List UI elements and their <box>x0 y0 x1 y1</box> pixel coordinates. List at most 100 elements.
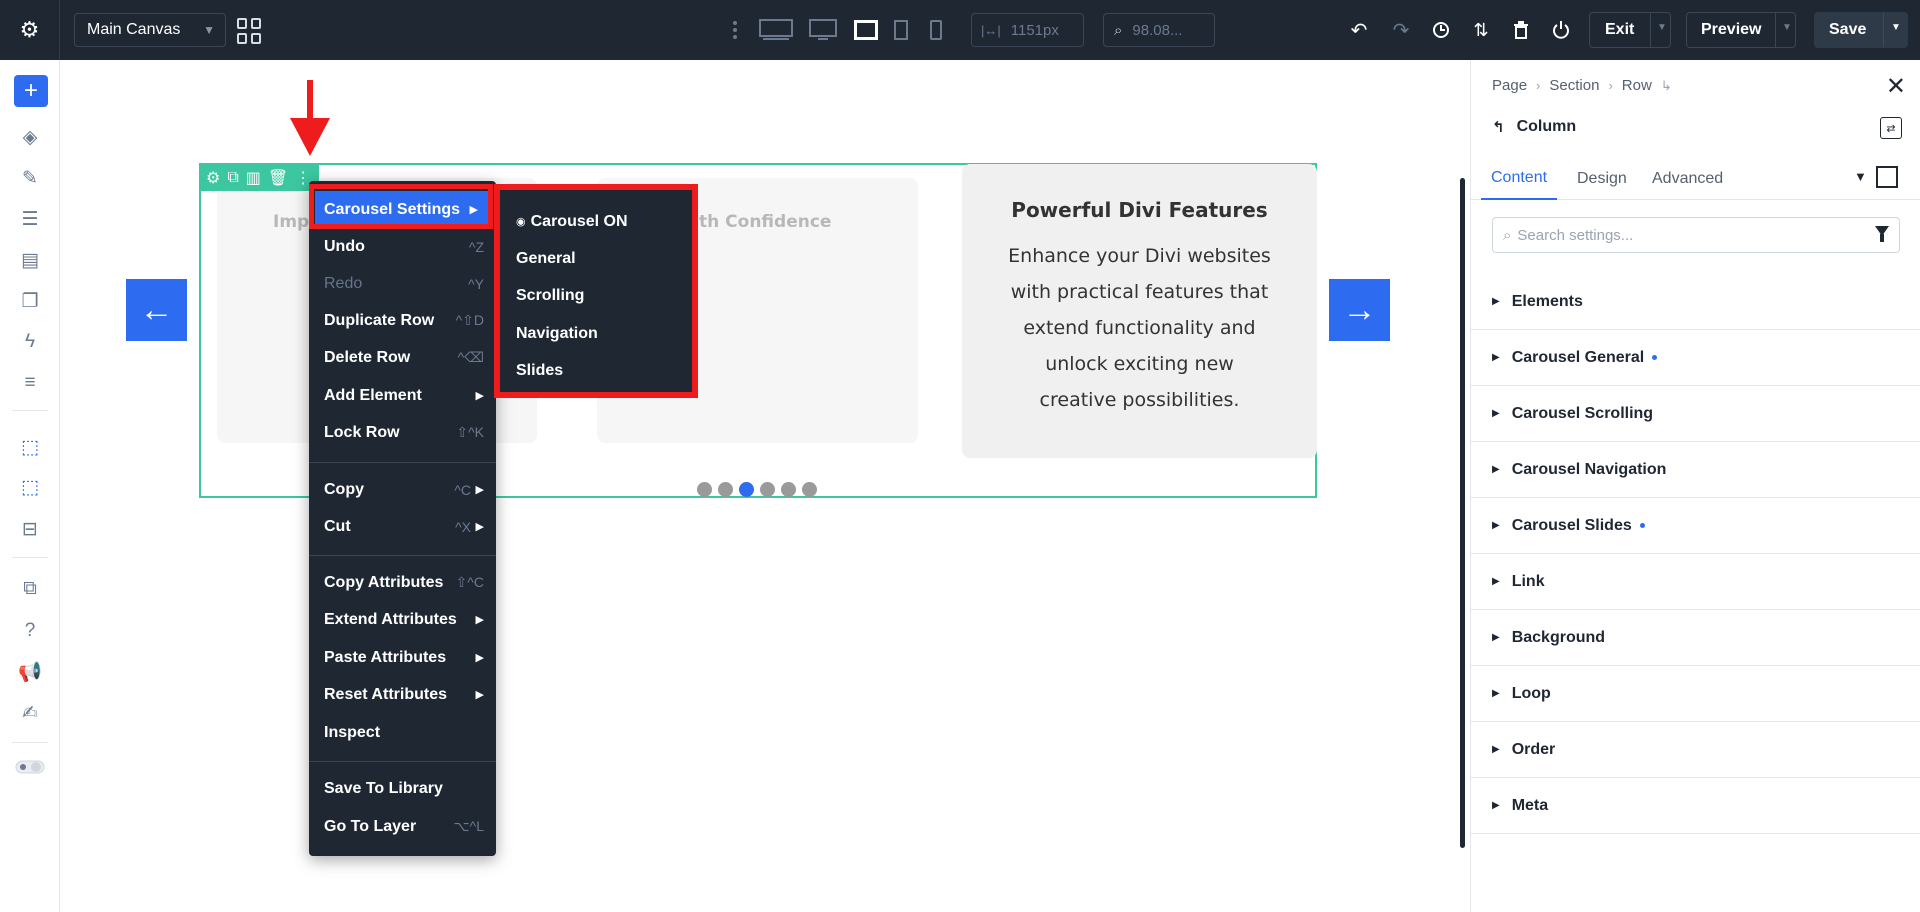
menu-item-copy-attributes[interactable]: Copy Attributes ⇧^C <box>309 564 496 601</box>
global-presets-icon[interactable]: ✎ <box>15 163 45 193</box>
tab-advanced[interactable]: Advanced <box>1652 158 1723 200</box>
carousel-dot[interactable] <box>760 482 775 497</box>
breadcrumb-page[interactable]: Page <box>1492 77 1527 94</box>
options-icon[interactable]: ⇄ <box>1880 117 1902 139</box>
back-arrow-icon[interactable]: ↰ <box>1492 118 1505 136</box>
submenu-item-slides[interactable]: Slides <box>500 352 692 389</box>
group-meta[interactable]: ▶ Meta <box>1471 778 1920 834</box>
exit-dropdown-icon[interactable]: ▼ <box>1657 22 1667 33</box>
laptop-icon-active[interactable] <box>853 12 879 48</box>
menu-item-add-element[interactable]: Add Element ▶ <box>309 377 496 414</box>
menu-item-lock-row[interactable]: Lock Row ⇧^K <box>309 414 496 451</box>
menu-item-save-to-library[interactable]: Save To Library <box>309 770 496 807</box>
carousel-dot[interactable] <box>781 482 796 497</box>
group-background[interactable]: ▶ Background <box>1471 610 1920 666</box>
group-order[interactable]: ▶ Order <box>1471 722 1920 778</box>
row-columns-icon[interactable]: ▥ <box>246 168 261 188</box>
row-settings-gear-icon[interactable]: ⚙ <box>206 168 220 188</box>
menu-item-cut[interactable]: Cut ^X ▶ <box>309 508 496 545</box>
submenu-item-navigation[interactable]: Navigation <box>500 315 692 352</box>
lightning-icon[interactable]: ϟ <box>15 327 45 357</box>
caret-down-icon[interactable]: ▼ <box>1854 169 1867 184</box>
select-element-icon[interactable]: ⬚ <box>15 432 45 462</box>
undo-icon[interactable]: ↶ <box>1348 12 1370 48</box>
menu-item-paste-attributes[interactable]: Paste Attributes ▶ <box>309 639 496 676</box>
canvas-scrollbar[interactable] <box>1460 178 1465 848</box>
grid-icon[interactable] <box>237 18 263 44</box>
group-label: Link <box>1511 572 1545 590</box>
group-elements[interactable]: ▶ Elements <box>1471 274 1920 330</box>
history-icon[interactable] <box>1430 12 1452 48</box>
carousel-dot-active[interactable] <box>739 482 754 497</box>
toggle-view-icon[interactable] <box>1876 166 1898 188</box>
menu-item-redo[interactable]: Redo ^Y <box>309 265 496 302</box>
desktop-wide-icon[interactable] <box>758 12 794 48</box>
trash-icon[interactable] <box>1510 12 1532 48</box>
tab-design[interactable]: Design <box>1577 158 1627 200</box>
announcement-icon[interactable]: 📢 <box>15 657 45 687</box>
carousel-dot[interactable] <box>802 482 817 497</box>
page-settings-icon[interactable]: ▤ <box>15 245 45 275</box>
pages-icon[interactable]: ❐ <box>15 286 45 316</box>
group-link[interactable]: ▶ Link <box>1471 554 1920 610</box>
carousel-dot[interactable] <box>697 482 712 497</box>
menu-item-delete-row[interactable]: Delete Row ^⌫ <box>309 339 496 376</box>
group-carousel-scrolling[interactable]: ▶ Carousel Scrolling <box>1471 386 1920 442</box>
filter-icon[interactable] <box>1875 226 1889 242</box>
multi-select-icon[interactable]: ⬚ <box>15 472 45 502</box>
search-settings-field[interactable]: ⌕ Search settings... <box>1492 217 1900 253</box>
settings-gear-icon[interactable]: ⚙ <box>0 0 60 60</box>
menu-item-undo[interactable]: Undo ^Z <box>309 228 496 265</box>
submenu-item-carousel-on[interactable]: ◉ Carousel ON <box>500 203 692 240</box>
add-element-button[interactable]: + <box>14 75 48 107</box>
edit-note-icon[interactable]: ✍ <box>15 698 45 728</box>
save-button[interactable]: Save ▼ <box>1814 12 1908 48</box>
redo-icon[interactable]: ↷ <box>1390 12 1412 48</box>
menu-item-duplicate-row[interactable]: Duplicate Row ^⇧D <box>309 302 496 339</box>
menu-item-reset-attributes[interactable]: Reset Attributes ▶ <box>309 676 496 713</box>
theme-toggle-icon[interactable] <box>15 752 45 782</box>
row-duplicate-icon[interactable]: ⧉ <box>227 169 238 187</box>
breadcrumb-section[interactable]: Section <box>1549 77 1599 94</box>
carousel-next-arrow-icon[interactable]: → <box>1329 279 1390 341</box>
layout-view-icon[interactable]: ⊟ <box>15 514 45 544</box>
submenu-item-scrolling[interactable]: Scrolling <box>500 277 692 314</box>
power-icon[interactable] <box>1550 12 1572 48</box>
group-carousel-slides[interactable]: ▶ Carousel Slides <box>1471 498 1920 554</box>
group-carousel-general[interactable]: ▶ Carousel General <box>1471 330 1920 386</box>
submenu-item-general[interactable]: General <box>500 240 692 277</box>
menu-item-extend-attributes[interactable]: Extend Attributes ▶ <box>309 601 496 638</box>
carousel-dot[interactable] <box>718 482 733 497</box>
exit-button[interactable]: Exit ▼ <box>1589 12 1671 48</box>
preview-button[interactable]: Preview ▼ <box>1686 12 1796 48</box>
row-trash-icon[interactable]: 🗑 <box>268 168 288 188</box>
group-loop[interactable]: ▶ Loop <box>1471 666 1920 722</box>
carousel-prev-arrow-icon[interactable]: ← <box>126 279 187 341</box>
sort-icon[interactable]: ⇅ <box>1470 12 1492 48</box>
canvas-select-label: Main Canvas <box>87 21 181 38</box>
breadcrumb-row[interactable]: Row <box>1622 77 1652 94</box>
canvas-select[interactable]: Main Canvas ▼ <box>74 13 226 47</box>
menu-item-copy[interactable]: Copy ^C ▶ <box>309 471 496 508</box>
annotation-arrow-head <box>290 118 330 156</box>
menu-item-go-to-layer[interactable]: Go To Layer ⌥^L <box>309 808 496 845</box>
phone-icon[interactable] <box>929 12 943 48</box>
preview-dropdown-icon[interactable]: ▼ <box>1782 22 1792 33</box>
layers-icon[interactable]: ◈ <box>15 122 45 152</box>
tablet-icon[interactable] <box>893 12 909 48</box>
tab-content[interactable]: Content <box>1481 158 1558 200</box>
database-icon[interactable]: ☰ <box>15 204 45 234</box>
desktop-icon[interactable] <box>808 12 838 48</box>
library-icon[interactable]: ⧉ <box>15 574 45 604</box>
list-icon[interactable]: ≡ <box>15 368 45 398</box>
tab-label: Design <box>1577 170 1627 187</box>
canvas-width-field[interactable]: |↔| 1151px <box>971 13 1084 47</box>
more-vertical-icon[interactable] <box>728 12 742 48</box>
help-icon[interactable]: ? <box>15 616 45 646</box>
zoom-field[interactable]: ⌕ 98.08... <box>1103 13 1215 47</box>
close-icon[interactable]: ✕ <box>1886 72 1906 101</box>
group-carousel-navigation[interactable]: ▶ Carousel Navigation <box>1471 442 1920 498</box>
expand-triangle-icon: ▶ <box>1492 800 1500 811</box>
save-dropdown-icon[interactable]: ▼ <box>1891 22 1901 33</box>
menu-item-inspect[interactable]: Inspect <box>309 714 496 751</box>
